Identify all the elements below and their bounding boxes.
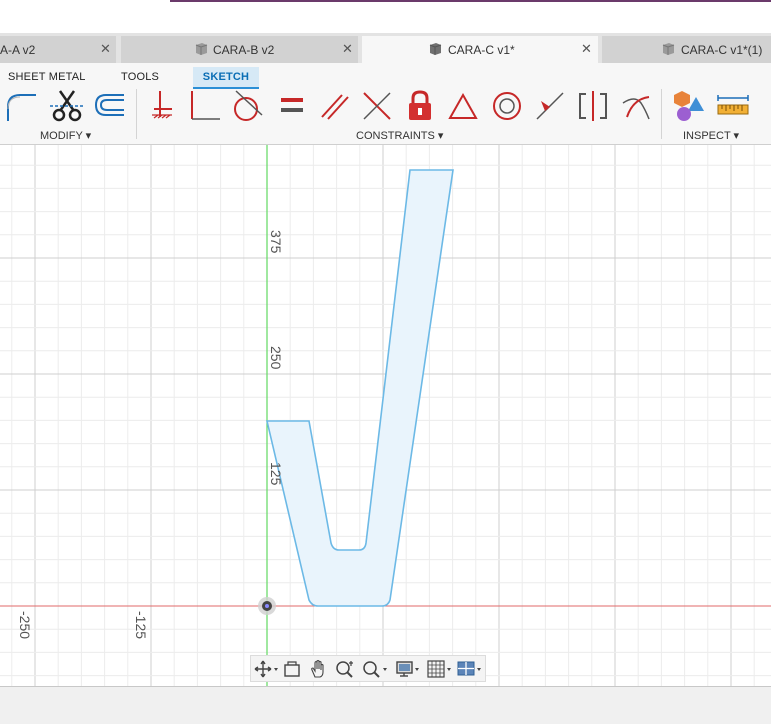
title-bar bbox=[0, 0, 771, 33]
fix-unfix-icon[interactable] bbox=[403, 89, 437, 123]
toolbar-ribbon: SHEET METAL TOOLS SKETCH MODIFY ▾ CONSTR… bbox=[0, 63, 771, 145]
component-icon bbox=[429, 43, 442, 55]
ribbon-tab-sketch[interactable]: SKETCH bbox=[193, 67, 259, 89]
modify-group-label[interactable]: MODIFY ▾ bbox=[40, 129, 91, 142]
zoom-icon[interactable] bbox=[333, 659, 359, 679]
fillet-icon[interactable] bbox=[4, 89, 38, 123]
midpoint-icon[interactable] bbox=[446, 89, 480, 123]
inspect-group-label[interactable]: INSPECT ▾ bbox=[683, 129, 739, 142]
group-divider bbox=[661, 89, 662, 139]
y-tick-label-375: 375 bbox=[268, 230, 284, 254]
tab-label: CARA-C v1*(1) bbox=[681, 43, 763, 57]
tab-a-a[interactable]: A-A v2 ✕ bbox=[0, 36, 116, 63]
x-tick-label-neg-250: -250 bbox=[17, 611, 33, 639]
symmetry-icon[interactable] bbox=[576, 89, 610, 123]
tangent-icon[interactable] bbox=[230, 89, 264, 123]
tab-label: A-A v2 bbox=[0, 43, 36, 57]
parallel-icon[interactable] bbox=[318, 89, 352, 123]
y-tick-label-125: 125 bbox=[268, 462, 284, 486]
y-tick-label-250: 250 bbox=[268, 346, 284, 370]
grid-settings-icon[interactable] bbox=[427, 659, 453, 679]
component-icon bbox=[195, 43, 208, 55]
tab-cara-c[interactable]: CARA-C v1* ✕ bbox=[362, 36, 598, 63]
tab-label: CARA-B v2 bbox=[213, 43, 275, 57]
constraints-group-label[interactable]: CONSTRAINTS ▾ bbox=[356, 129, 443, 142]
ribbon-tab-sheet-metal[interactable]: SHEET METAL bbox=[8, 67, 86, 87]
pan-icon[interactable] bbox=[307, 659, 333, 679]
tab-cara-b[interactable]: CARA-B v2 ✕ bbox=[121, 36, 358, 63]
coincident-icon[interactable] bbox=[188, 89, 222, 123]
group-divider bbox=[136, 89, 137, 139]
perpendicular-icon[interactable] bbox=[360, 89, 394, 123]
look-at-icon[interactable] bbox=[281, 659, 307, 679]
concentric-icon[interactable] bbox=[490, 89, 524, 123]
sketch-canvas[interactable]: 375 250 125 -250 -125 bbox=[0, 145, 771, 686]
display-settings-icon[interactable] bbox=[395, 659, 421, 679]
close-icon[interactable]: ✕ bbox=[581, 41, 592, 57]
orbit-icon[interactable] bbox=[253, 659, 279, 679]
equal-icon[interactable] bbox=[275, 89, 309, 123]
close-icon[interactable]: ✕ bbox=[342, 41, 353, 57]
ribbon-tab-tools[interactable]: TOOLS bbox=[121, 67, 159, 87]
measure-icon[interactable] bbox=[716, 89, 750, 123]
sketch-view[interactable]: 375 250 125 -250 -125 bbox=[0, 145, 771, 686]
viewports-icon[interactable] bbox=[457, 659, 483, 679]
navigation-toolbar bbox=[250, 655, 486, 682]
x-tick-label-neg-125: -125 bbox=[133, 611, 149, 639]
title-bar-accent bbox=[170, 0, 771, 2]
offset-icon[interactable] bbox=[92, 89, 126, 123]
horizontal-vertical-icon[interactable] bbox=[146, 89, 180, 123]
component-icon bbox=[662, 43, 675, 55]
close-icon[interactable]: ✕ bbox=[100, 41, 111, 57]
curvature-icon[interactable] bbox=[619, 89, 653, 123]
trim-icon[interactable] bbox=[50, 89, 84, 123]
component-color-cycling-icon[interactable] bbox=[672, 89, 706, 123]
tab-cara-c-copy[interactable]: CARA-C v1*(1) bbox=[602, 36, 771, 63]
origin-point[interactable] bbox=[258, 597, 276, 615]
fit-icon[interactable] bbox=[361, 659, 387, 679]
tab-label: CARA-C v1* bbox=[448, 43, 515, 57]
document-tab-bar: A-A v2 ✕ CARA-B v2 ✕ CARA-C v1* ✕ CARA-C… bbox=[0, 33, 771, 63]
collinear-icon[interactable] bbox=[533, 89, 567, 123]
status-bar bbox=[0, 686, 771, 724]
